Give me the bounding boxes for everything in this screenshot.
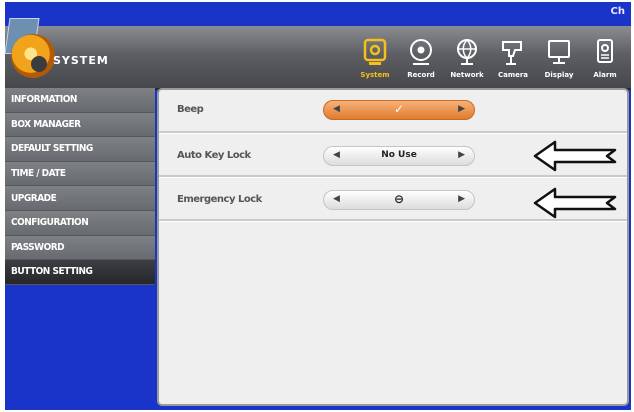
- sidebar-menu: INFORMATION BOX MANAGER DEFAULT SETTING …: [5, 88, 155, 285]
- settings-panel: Beep ◀ ✓ ▶ Auto Key Lock ◀ No Use ▶ Emer…: [157, 88, 629, 406]
- camera-icon: [502, 41, 522, 65]
- record-icon: [410, 39, 432, 65]
- tab-system[interactable]: System: [353, 30, 397, 82]
- emergency-lock-value: ⊖: [393, 192, 405, 206]
- tab-network[interactable]: Network: [445, 30, 489, 82]
- dvr-screen: Ch SYSTEM System Record Network Camera D…: [5, 2, 631, 410]
- sidebar-item-password[interactable]: PASSWORD: [5, 235, 155, 261]
- sidebar-item-default-setting[interactable]: DEFAULT SETTING: [5, 137, 155, 162]
- beep-label: Beep: [177, 104, 204, 115]
- right-arrow-icon[interactable]: ▶: [458, 150, 465, 160]
- tab-display-label: Display: [544, 71, 574, 79]
- header-bar: SYSTEM System Record Network Camera Disp…: [5, 18, 631, 90]
- network-icon: [457, 39, 477, 65]
- beep-value: ✓: [393, 102, 405, 116]
- page-title: SYSTEM: [53, 54, 109, 67]
- system-logo-icon: [11, 34, 55, 78]
- emergency-lock-label: Emergency Lock: [177, 194, 262, 205]
- beep-selector[interactable]: ◀ ✓ ▶: [323, 100, 475, 120]
- tab-camera[interactable]: Camera: [491, 30, 535, 82]
- tab-alarm-label: Alarm: [593, 71, 617, 79]
- tab-display[interactable]: Display: [537, 30, 581, 82]
- system-icon: [363, 38, 387, 65]
- right-arrow-icon[interactable]: ▶: [458, 194, 465, 204]
- emergency-lock-selector[interactable]: ◀ ⊖ ▶: [323, 190, 475, 210]
- tab-record[interactable]: Record: [399, 30, 443, 82]
- tab-system-label: System: [360, 71, 390, 79]
- right-arrow-icon[interactable]: ▶: [458, 104, 465, 114]
- setting-row-emergency-lock: Emergency Lock ◀ ⊖ ▶: [159, 178, 627, 222]
- sidebar-item-button-setting[interactable]: BUTTON SETTING: [5, 260, 155, 285]
- top-navigation: System Record Network Camera Display Ala…: [353, 30, 627, 82]
- sidebar-item-box-manager[interactable]: BOX MANAGER: [5, 112, 155, 138]
- tab-alarm[interactable]: Alarm: [583, 30, 627, 82]
- sidebar-item-configuration[interactable]: CONFIGURATION: [5, 210, 155, 236]
- auto-key-lock-value: No Use: [381, 150, 417, 160]
- pointer-arrow-icon: [533, 187, 617, 219]
- auto-key-lock-selector[interactable]: ◀ No Use ▶: [323, 146, 475, 166]
- setting-row-beep: Beep ◀ ✓ ▶: [159, 90, 627, 134]
- channel-corner-label: Ch: [610, 6, 625, 17]
- sidebar-item-time-date[interactable]: TIME / DATE: [5, 161, 155, 187]
- alarm-icon: [597, 39, 613, 63]
- pointer-arrow-icon: [533, 140, 617, 172]
- sidebar-item-upgrade[interactable]: UPGRADE: [5, 186, 155, 211]
- display-icon: [548, 40, 570, 64]
- setting-row-auto-key-lock: Auto Key Lock ◀ No Use ▶: [159, 134, 627, 178]
- tab-record-label: Record: [407, 71, 435, 79]
- tab-network-label: Network: [450, 71, 484, 79]
- auto-key-lock-label: Auto Key Lock: [177, 150, 251, 161]
- tab-camera-label: Camera: [497, 71, 529, 79]
- sidebar-item-information[interactable]: INFORMATION: [5, 88, 155, 113]
